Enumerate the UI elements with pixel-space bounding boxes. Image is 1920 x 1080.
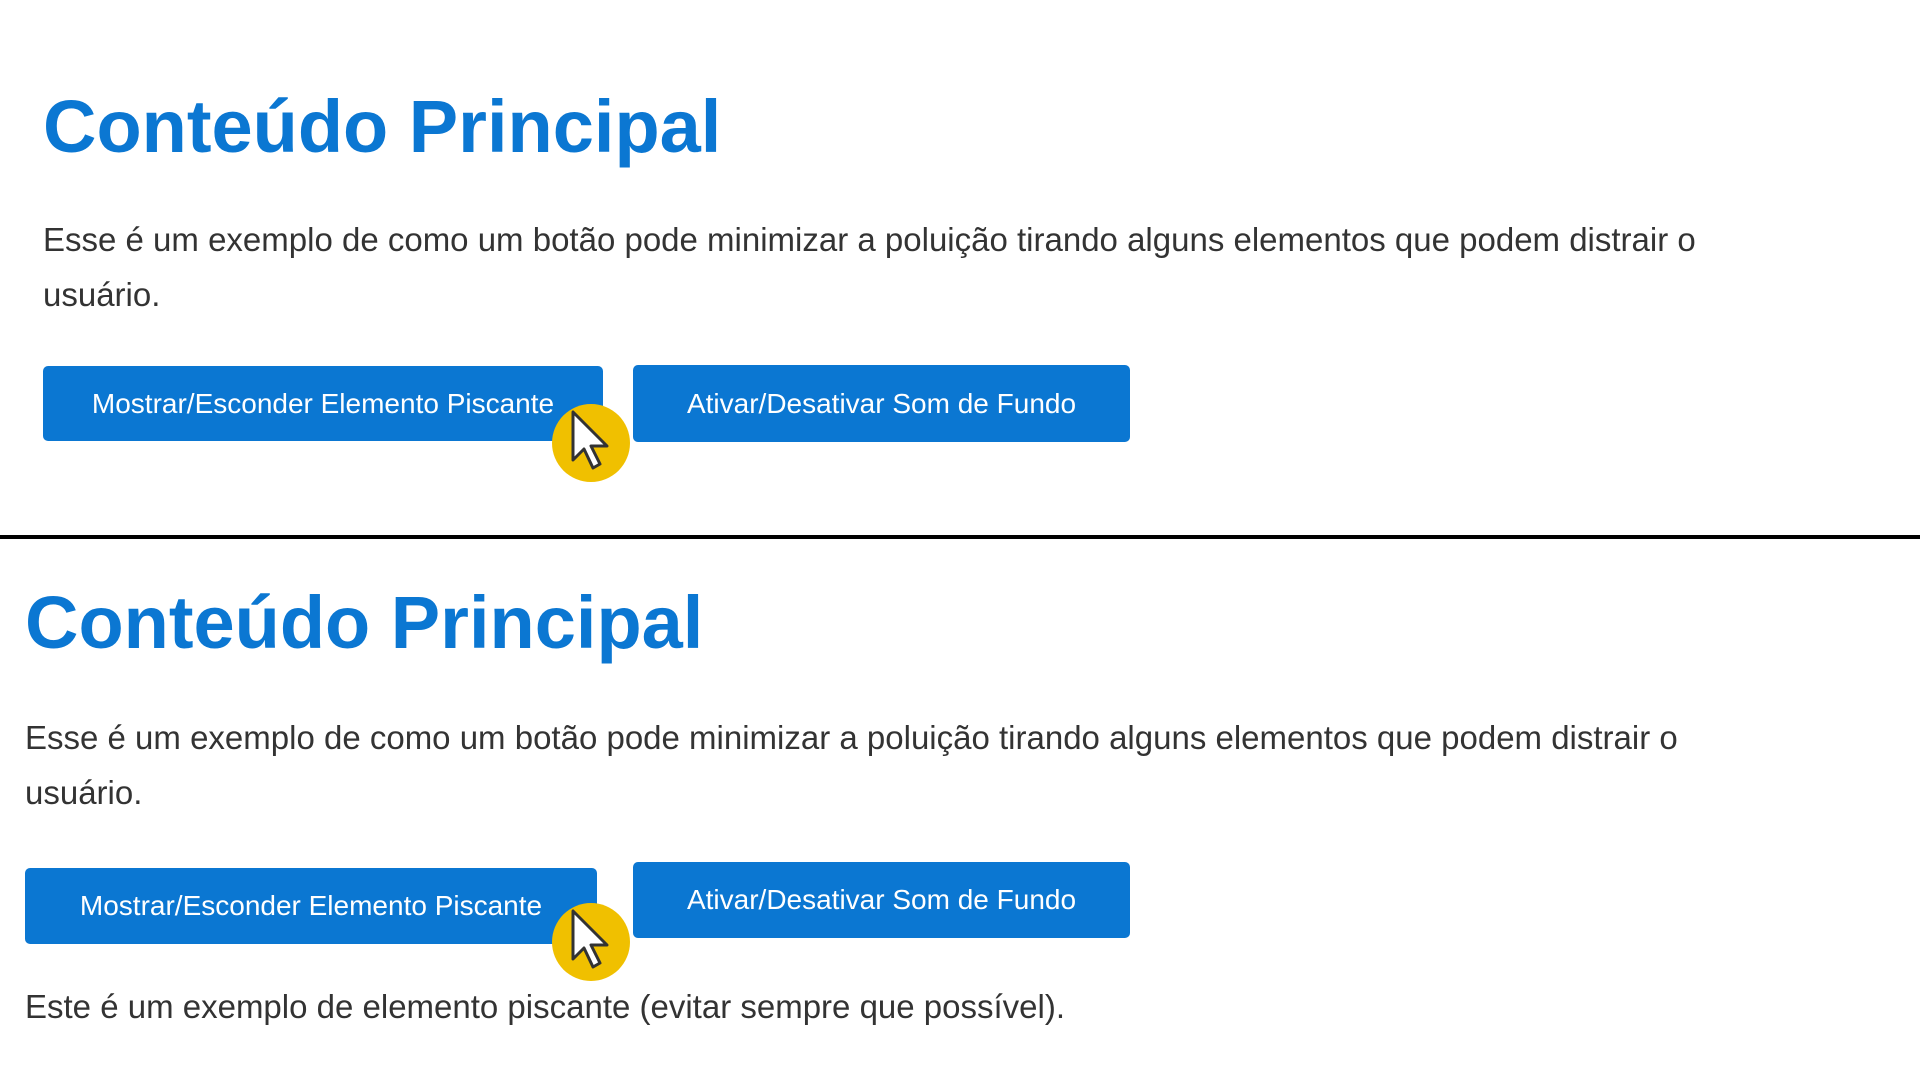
page-title: Conteúdo Principal	[25, 581, 704, 664]
toggle-sound-button[interactable]: Ativar/Desativar Som de Fundo	[633, 365, 1130, 442]
after-panel: Conteúdo Principal Esse é um exemplo de …	[0, 539, 1920, 1080]
before-panel: Conteúdo Principal Esse é um exemplo de …	[0, 0, 1920, 535]
page-title: Conteúdo Principal	[43, 85, 722, 168]
comparison-stage: Conteúdo Principal Esse é um exemplo de …	[0, 0, 1920, 1080]
toggle-sound-button[interactable]: Ativar/Desativar Som de Fundo	[633, 862, 1130, 938]
toggle-blink-button[interactable]: Mostrar/Esconder Elemento Piscante	[43, 366, 603, 441]
blinking-element-text: Este é um exemplo de elemento piscante (…	[25, 988, 1066, 1025]
toggle-blink-button[interactable]: Mostrar/Esconder Elemento Piscante	[25, 868, 597, 944]
description-text: Esse é um exemplo de como um botão pode …	[25, 719, 1678, 811]
description-text: Esse é um exemplo de como um botão pode …	[43, 221, 1696, 313]
